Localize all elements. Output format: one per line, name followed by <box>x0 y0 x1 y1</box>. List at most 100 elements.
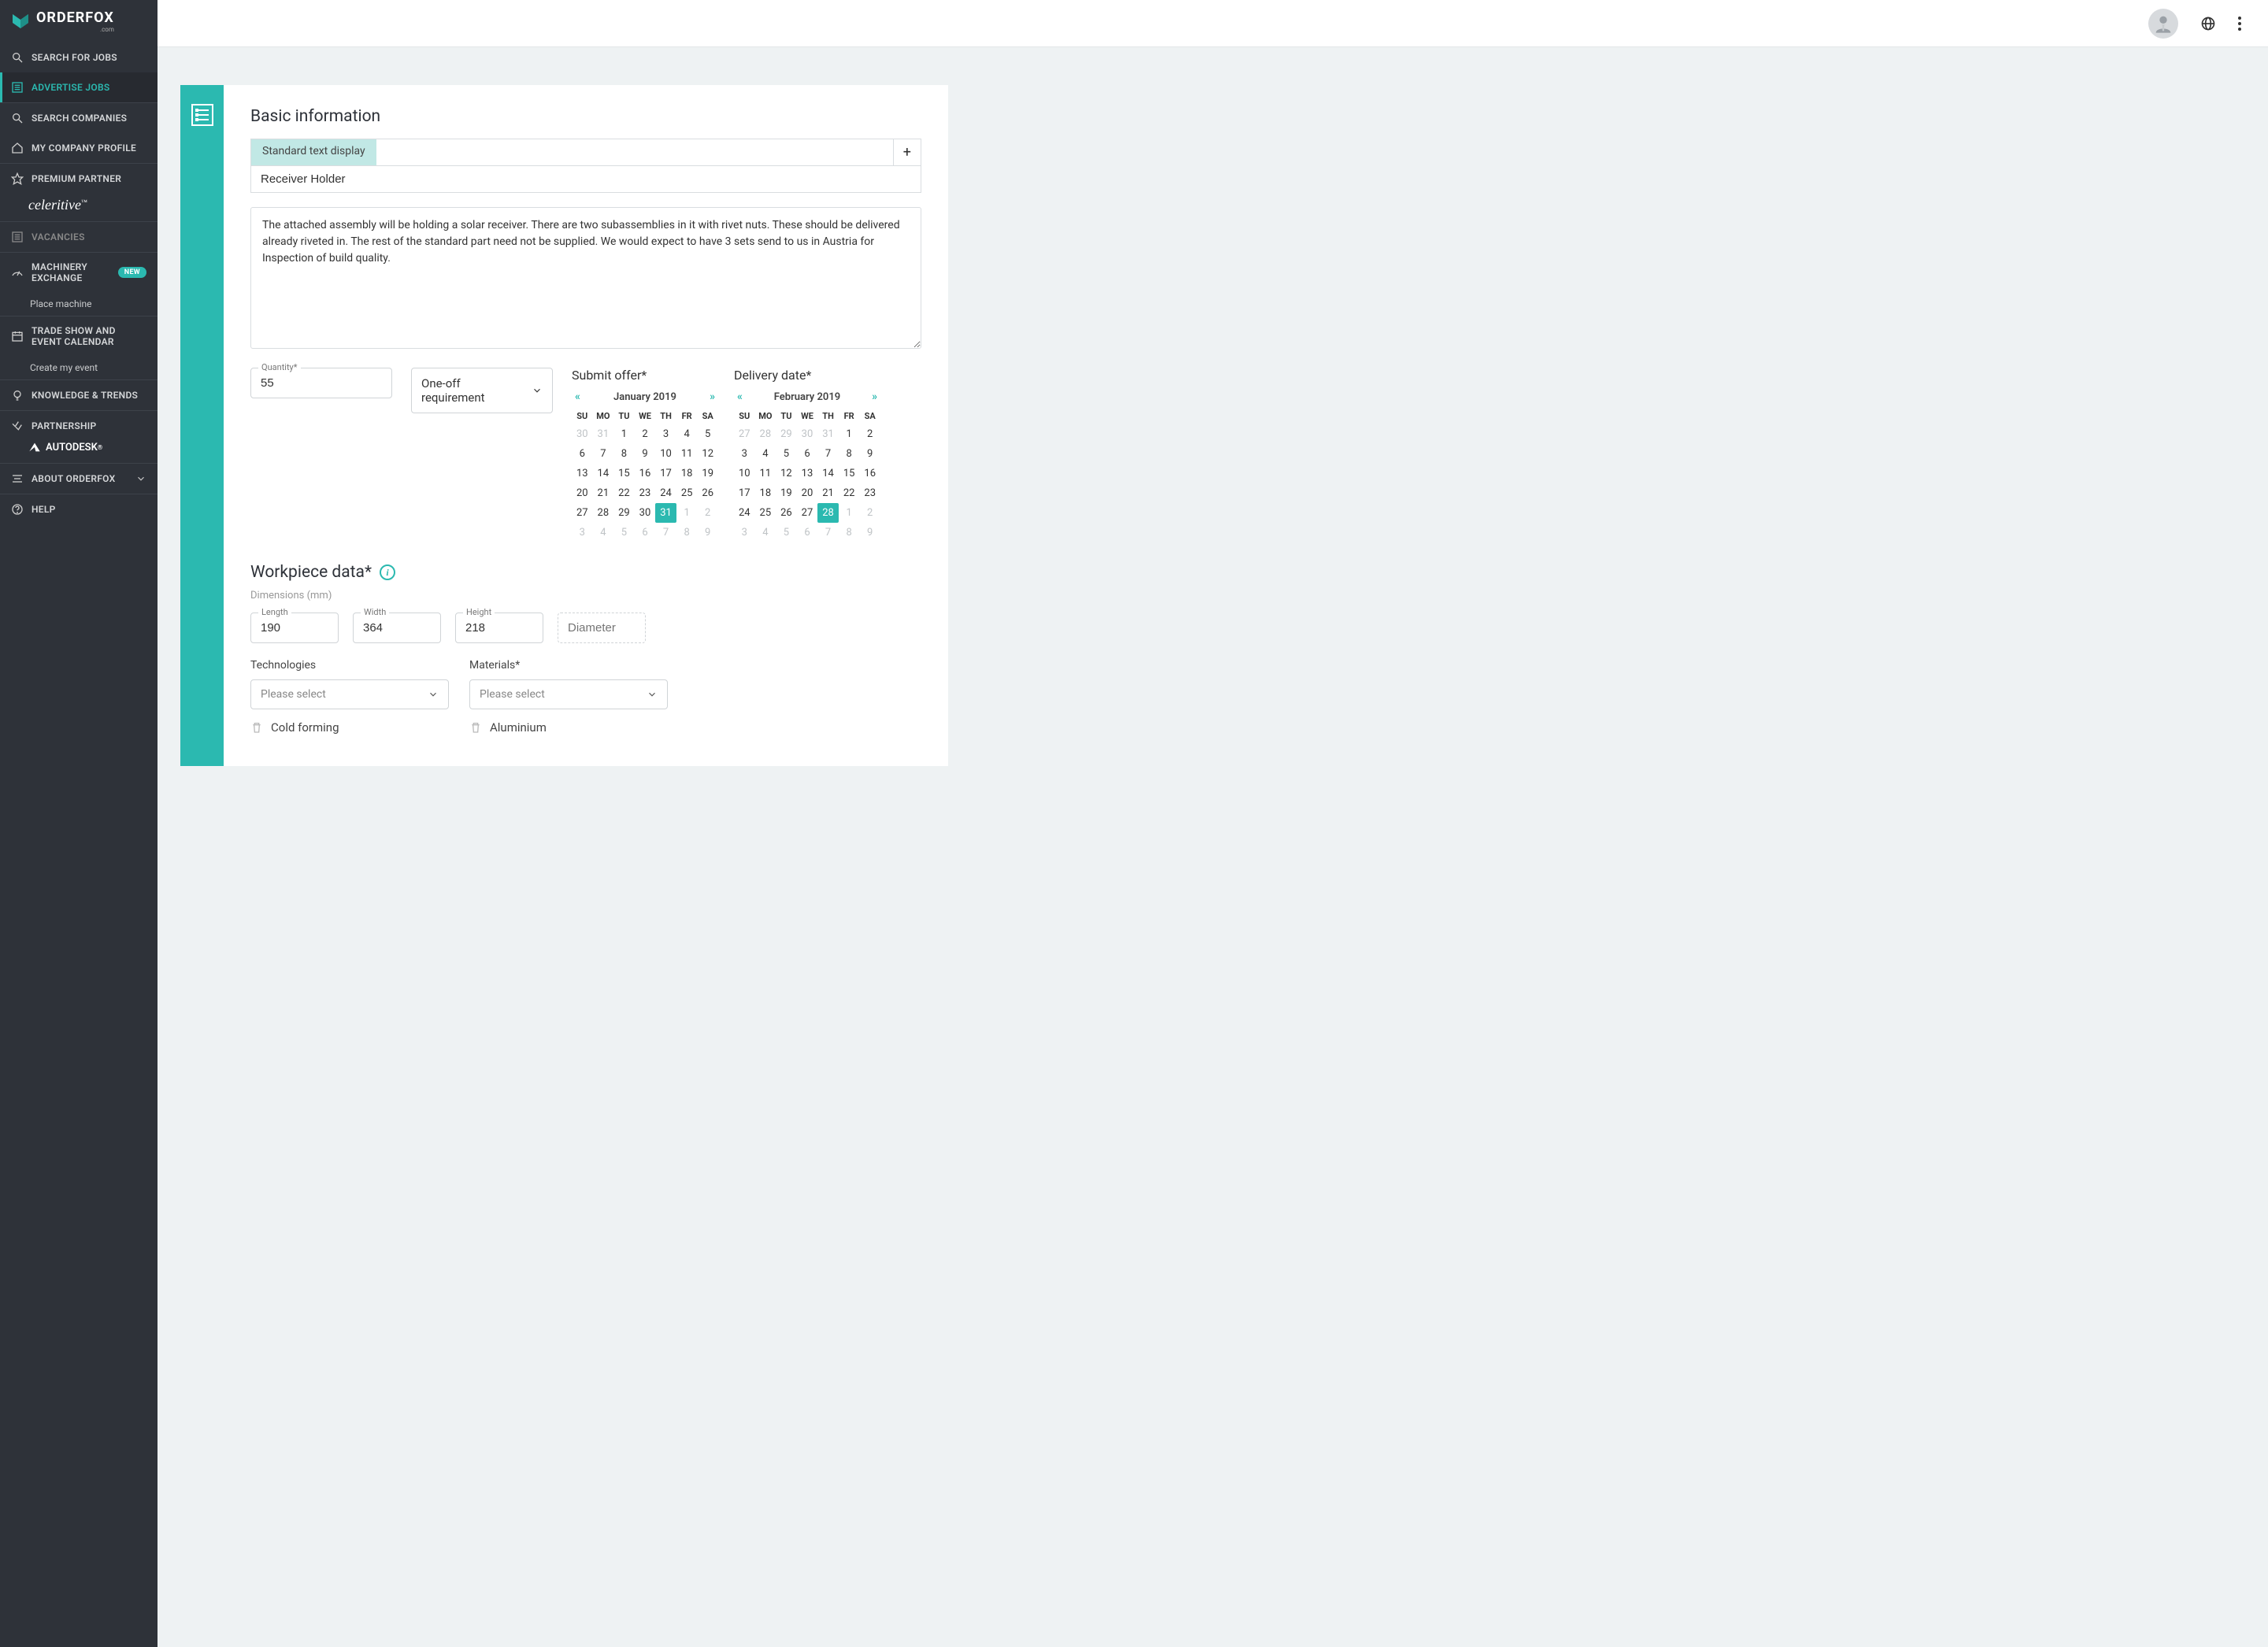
sidebar-item-tradeshow[interactable]: TRADE SHOW AND EVENT CALENDAR <box>0 316 158 356</box>
calendar-day[interactable]: 7 <box>655 523 676 542</box>
title-input[interactable] <box>250 166 921 193</box>
calendar-day[interactable]: 29 <box>776 424 797 444</box>
calendar-day[interactable]: 4 <box>593 523 614 542</box>
calendar-day[interactable]: 28 <box>817 503 839 523</box>
calendar-day[interactable]: 15 <box>613 464 635 483</box>
sidebar-sub-create-event[interactable]: Create my event <box>0 356 158 379</box>
calendar-day[interactable]: 5 <box>697 424 718 444</box>
calendar-day[interactable]: 1 <box>613 424 635 444</box>
calendar-day[interactable]: 31 <box>817 424 839 444</box>
calendar-day[interactable]: 12 <box>776 464 797 483</box>
calendar-day[interactable]: 7 <box>817 444 839 464</box>
cal-prev-button[interactable]: « <box>734 390 746 403</box>
calendar-day[interactable]: 15 <box>839 464 860 483</box>
calendar-day[interactable]: 24 <box>734 503 755 523</box>
requirement-select[interactable]: One-off requirement <box>411 368 553 413</box>
calendar-day[interactable]: 9 <box>697 523 718 542</box>
calendar-day[interactable]: 30 <box>797 424 818 444</box>
calendar-day[interactable]: 23 <box>635 483 656 503</box>
kebab-menu-icon[interactable] <box>2232 16 2248 31</box>
sidebar-item-about[interactable]: ABOUT ORDERFOX <box>0 464 158 494</box>
calendar-day[interactable]: 16 <box>859 464 880 483</box>
materials-select[interactable]: Please select <box>469 679 668 709</box>
calendar-day[interactable]: 22 <box>839 483 860 503</box>
calendar-day[interactable]: 13 <box>572 464 593 483</box>
sidebar-item-advertise-jobs[interactable]: ADVERTISE JOBS <box>0 72 158 102</box>
calendar-day[interactable]: 1 <box>839 424 860 444</box>
calendar-day[interactable]: 17 <box>655 464 676 483</box>
calendar-day[interactable]: 12 <box>697 444 718 464</box>
calendar-day[interactable]: 30 <box>572 424 593 444</box>
description-textarea[interactable]: The attached assembly will be holding a … <box>250 207 921 349</box>
calendar-day[interactable]: 1 <box>676 503 698 523</box>
sidebar-sub-place-machine[interactable]: Place machine <box>0 292 158 316</box>
calendar-day[interactable]: 1 <box>839 503 860 523</box>
calendar-day[interactable]: 5 <box>776 444 797 464</box>
calendar-day[interactable]: 31 <box>655 503 676 523</box>
calendar-day[interactable]: 26 <box>776 503 797 523</box>
calendar-day[interactable]: 20 <box>797 483 818 503</box>
calendar-day[interactable]: 13 <box>797 464 818 483</box>
trash-icon[interactable] <box>469 721 482 734</box>
calendar-day[interactable]: 14 <box>817 464 839 483</box>
calendar-day[interactable]: 9 <box>859 444 880 464</box>
tab-standard-text[interactable]: Standard text display <box>251 139 376 165</box>
calendar-day[interactable]: 2 <box>635 424 656 444</box>
calendar-day[interactable]: 24 <box>655 483 676 503</box>
calendar-day[interactable]: 21 <box>593 483 614 503</box>
calendar-day[interactable]: 8 <box>839 523 860 542</box>
calendar-day[interactable]: 4 <box>755 444 776 464</box>
calendar-day[interactable]: 27 <box>734 424 755 444</box>
sidebar-item-partnership[interactable]: PARTNERSHIP <box>0 411 158 441</box>
calendar-day[interactable]: 6 <box>797 444 818 464</box>
calendar-day[interactable]: 8 <box>613 444 635 464</box>
calendar-day[interactable]: 27 <box>572 503 593 523</box>
calendar-day[interactable]: 11 <box>676 444 698 464</box>
calendar-day[interactable]: 18 <box>676 464 698 483</box>
calendar-day[interactable]: 6 <box>572 444 593 464</box>
sidebar-item-search-companies[interactable]: SEARCH COMPANIES <box>0 103 158 133</box>
calendar-day[interactable]: 5 <box>776 523 797 542</box>
user-avatar[interactable] <box>2148 9 2178 39</box>
calendar-day[interactable]: 7 <box>817 523 839 542</box>
calendar-day[interactable]: 14 <box>593 464 614 483</box>
premium-partner-logo[interactable]: celeritive <box>0 194 158 221</box>
cal-next-button[interactable]: » <box>706 390 718 403</box>
calendar-day[interactable]: 9 <box>859 523 880 542</box>
calendar-day[interactable]: 9 <box>635 444 656 464</box>
calendar-day[interactable]: 3 <box>734 523 755 542</box>
calendar-day[interactable]: 20 <box>572 483 593 503</box>
calendar-day[interactable]: 10 <box>655 444 676 464</box>
calendar-day[interactable]: 5 <box>613 523 635 542</box>
calendar-day[interactable]: 26 <box>697 483 718 503</box>
add-tab-button[interactable]: + <box>893 139 921 165</box>
sidebar-item-search-jobs[interactable]: SEARCH FOR JOBS <box>0 43 158 72</box>
calendar-day[interactable]: 3 <box>572 523 593 542</box>
calendar-day[interactable]: 7 <box>593 444 614 464</box>
calendar-day[interactable]: 23 <box>859 483 880 503</box>
calendar-day[interactable]: 3 <box>734 444 755 464</box>
calendar-day[interactable]: 28 <box>755 424 776 444</box>
sidebar-item-premium[interactable]: PREMIUM PARTNER <box>0 164 158 194</box>
calendar-day[interactable]: 6 <box>635 523 656 542</box>
cal-next-button[interactable]: » <box>869 390 880 403</box>
calendar-day[interactable]: 31 <box>593 424 614 444</box>
calendar-day[interactable]: 27 <box>797 503 818 523</box>
sidebar-item-help[interactable]: HELP <box>0 494 158 524</box>
calendar-day[interactable]: 17 <box>734 483 755 503</box>
globe-icon[interactable] <box>2200 16 2216 31</box>
diameter-input[interactable] <box>558 613 646 643</box>
sidebar-item-machinery[interactable]: MACHINERY EXCHANGE NEW <box>0 253 158 292</box>
sidebar-item-company-profile[interactable]: MY COMPANY PROFILE <box>0 133 158 163</box>
calendar-day[interactable]: 28 <box>593 503 614 523</box>
trash-icon[interactable] <box>250 721 263 734</box>
calendar-day[interactable]: 25 <box>676 483 698 503</box>
calendar-day[interactable]: 19 <box>697 464 718 483</box>
brand-logo[interactable]: ORDERFOX .com <box>0 0 158 43</box>
calendar-day[interactable]: 4 <box>755 523 776 542</box>
calendar-day[interactable]: 8 <box>676 523 698 542</box>
calendar-day[interactable]: 2 <box>697 503 718 523</box>
calendar-day[interactable]: 30 <box>635 503 656 523</box>
info-icon[interactable]: i <box>380 564 395 580</box>
technologies-select[interactable]: Please select <box>250 679 449 709</box>
